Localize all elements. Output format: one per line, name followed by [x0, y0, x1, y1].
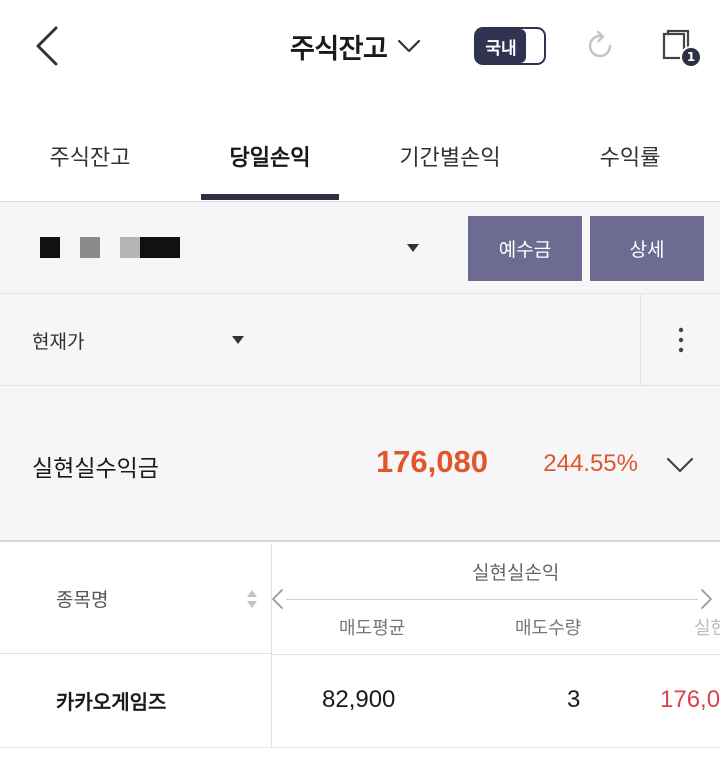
toggle-label: 국내 [476, 29, 526, 63]
summary-label: 실현실수익금 [32, 456, 159, 482]
masked-account-block [40, 237, 60, 258]
sort-selector[interactable]: 현재가 [0, 294, 260, 385]
caret-down-icon [232, 336, 244, 344]
tab-daily-pnl[interactable]: 당일손익 [180, 110, 360, 201]
cell-sell-qty: 3 [567, 686, 581, 713]
tab-stock-balance[interactable]: 주식잔고 [0, 110, 180, 201]
account-bar: 예수금 상세 [0, 202, 720, 294]
column-header-realized[interactable]: 실현 [694, 614, 720, 640]
column-header-label: 종목명 [56, 589, 109, 611]
window-count-badge: 1 [680, 46, 702, 68]
more-vertical-icon [678, 327, 683, 352]
refresh-icon [588, 30, 612, 58]
sort-updown-icon [247, 590, 257, 608]
holdings-table: 종목명 카카오게임즈 실현실손익 매도평균 매도수량 실현 82,900 3 1… [0, 544, 720, 779]
summary-rate: 244.55% [543, 450, 638, 477]
column-group-header: 실현실손익 [472, 562, 560, 584]
divider [273, 654, 720, 655]
column-header-avg-sell[interactable]: 매도평균 [339, 614, 405, 640]
fixed-column: 종목명 카카오게임즈 [0, 544, 272, 747]
sort-row: 현재가 [0, 294, 720, 386]
tab-return-rate[interactable]: 수익률 [540, 110, 720, 201]
deposit-button[interactable]: 예수금 [468, 216, 582, 281]
refresh-button[interactable] [582, 28, 618, 64]
summary-amount: 176,080 [375, 444, 488, 479]
divider [0, 747, 720, 748]
page-title: 주식잔고 [290, 33, 388, 65]
masked-account-block [120, 237, 140, 258]
masked-account-block [80, 237, 100, 258]
stock-name[interactable]: 카카오게임즈 [56, 686, 166, 715]
chevron-right-icon[interactable] [698, 588, 714, 610]
back-button[interactable] [30, 24, 70, 68]
masked-account-block [140, 237, 180, 258]
app-header: 주식잔고 국내 1 [0, 0, 720, 96]
more-options-button[interactable] [641, 294, 720, 385]
chevron-down-icon [398, 39, 421, 53]
tab-period-pnl[interactable]: 기간별손익 [360, 110, 540, 201]
detail-button[interactable]: 상세 [590, 216, 704, 281]
column-header-sell-qty[interactable]: 매도수량 [515, 614, 581, 640]
open-windows-button[interactable]: 1 [660, 28, 704, 72]
chevron-down-icon [666, 457, 694, 473]
chevron-left-icon[interactable] [270, 588, 286, 610]
realized-summary[interactable]: 실현실수익금 176,080 244.55% [0, 386, 720, 542]
cell-realized: 176,0 [660, 686, 720, 713]
caret-down-icon [407, 244, 419, 252]
sort-selected-label: 현재가 [32, 331, 85, 353]
domestic-toggle[interactable]: 국내 [474, 27, 546, 65]
title-dropdown[interactable]: 주식잔고 [290, 26, 421, 66]
tab-bar: 주식잔고 당일손익 기간별손익 수익률 [0, 110, 720, 202]
divider [286, 599, 698, 600]
cell-avg-sell-price: 82,900 [322, 686, 396, 713]
account-selector[interactable] [0, 202, 440, 294]
active-tab-indicator [201, 194, 339, 200]
back-chevron-icon [36, 26, 58, 66]
column-header-name[interactable]: 종목명 [0, 544, 272, 654]
